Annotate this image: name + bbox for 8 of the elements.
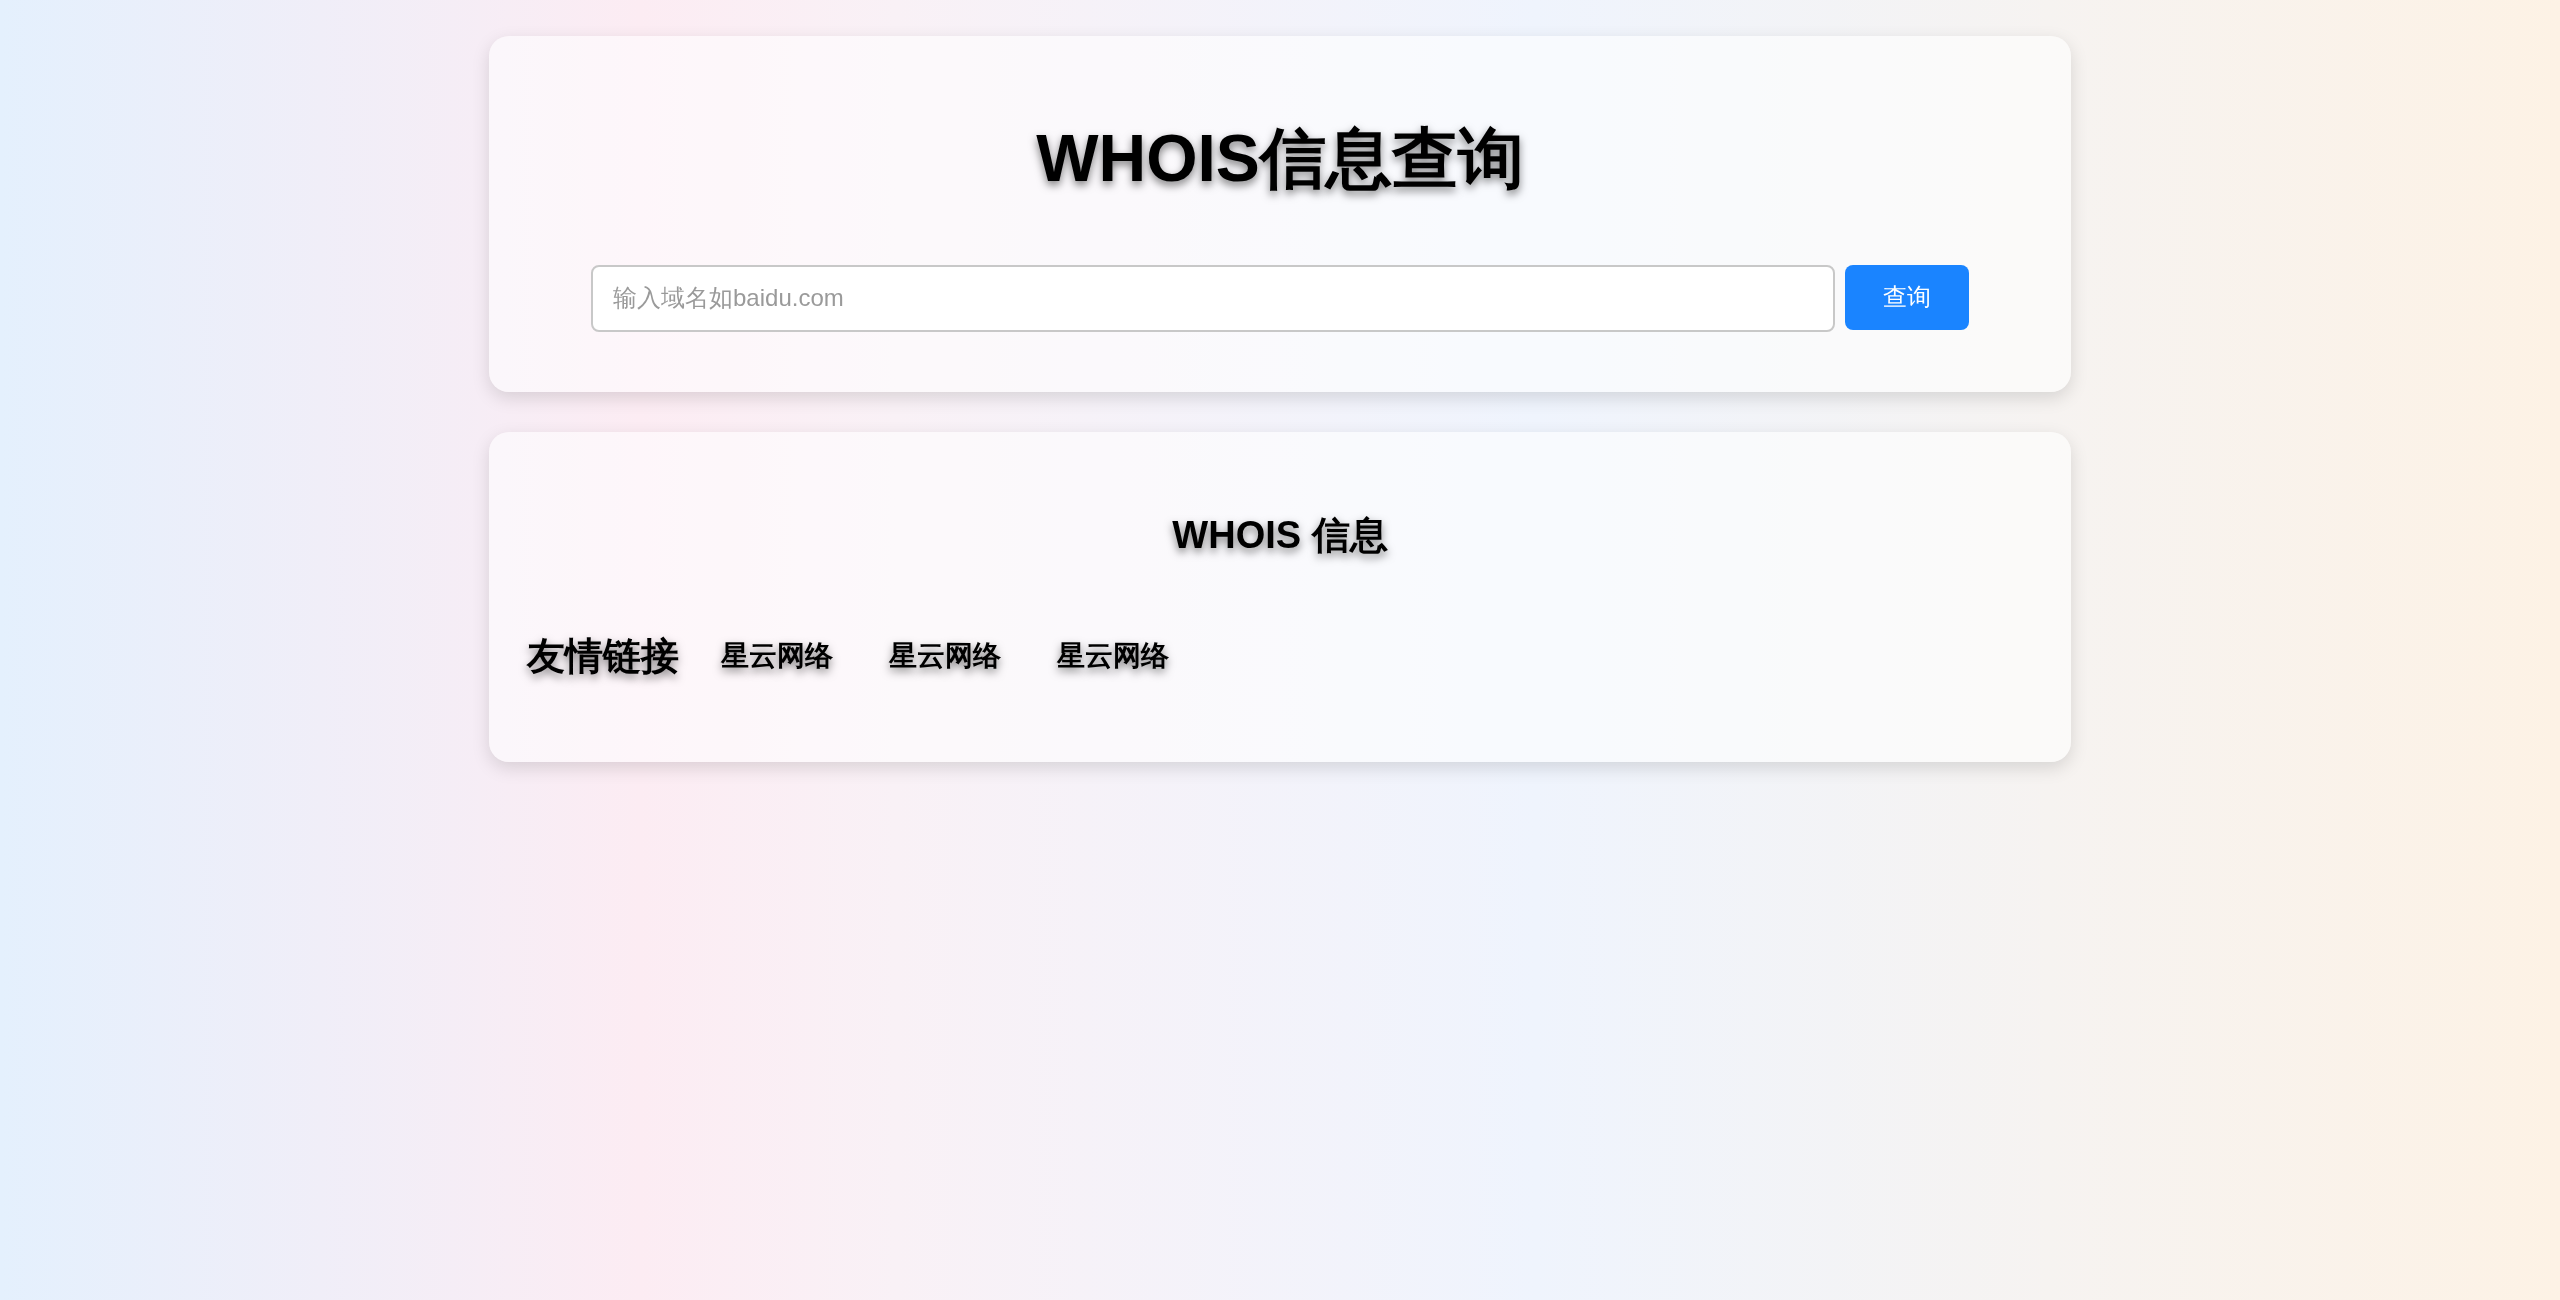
friend-link[interactable]: 星云网络 [721, 637, 833, 676]
query-button[interactable]: 查询 [1845, 264, 1969, 330]
page-title: WHOIS信息查询 [1035, 122, 1525, 195]
domain-input-field[interactable]: 输入域名如baidu.com [591, 264, 1835, 332]
friend-link[interactable]: 星云网络 [1057, 637, 1169, 676]
friend-link[interactable]: 星云网络 [889, 637, 1001, 676]
links-label: 友情链接 [527, 633, 679, 679]
section-title: WHOIS 信息 [1171, 512, 1389, 558]
